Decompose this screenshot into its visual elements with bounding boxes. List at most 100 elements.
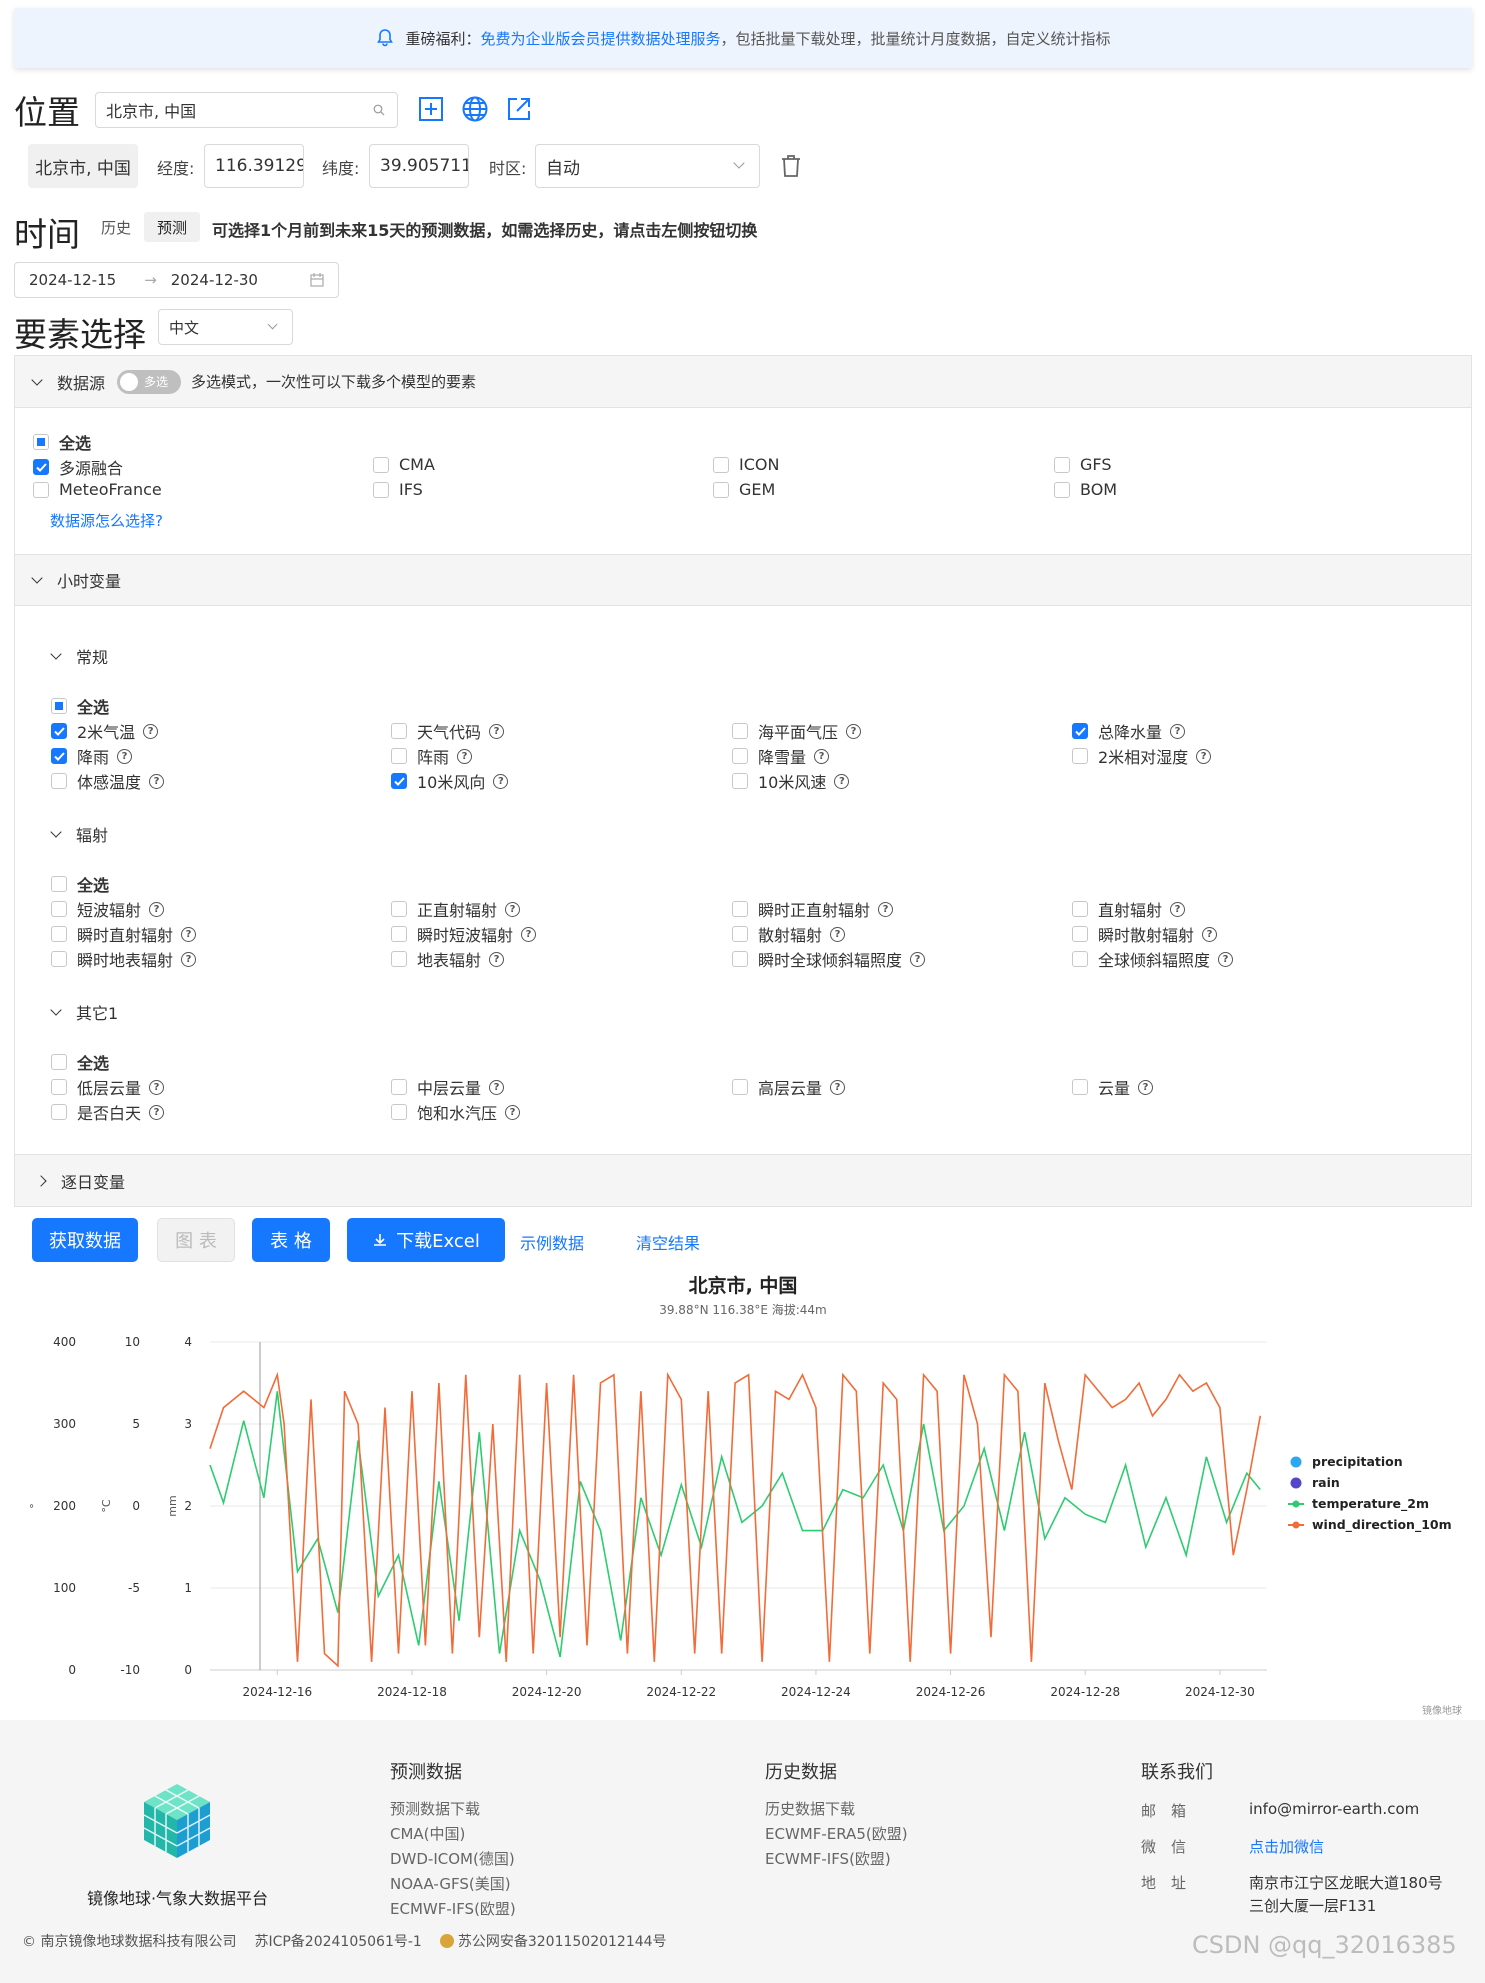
help-icon[interactable]: ? [493, 773, 509, 789]
option-datasource-items-2[interactable]: ICON [713, 455, 779, 474]
help-icon[interactable]: ? [1218, 951, 1234, 967]
footer-link[interactable]: NOAA-GFS(美国) [390, 1873, 516, 1893]
trash-icon[interactable] [780, 154, 802, 178]
datasource-header[interactable]: 数据源 多选 多选模式，一次性可以下载多个模型的要素 [15, 356, 1471, 408]
checkbox[interactable] [33, 481, 49, 498]
checkbox[interactable] [1072, 926, 1088, 942]
footer-link[interactable]: ECWMF-ERA5(欧盟) [765, 1823, 908, 1843]
date-end[interactable]: 2024-12-30 [171, 271, 258, 289]
checkbox[interactable] [732, 773, 748, 789]
option-hourly-radiation-items-10[interactable]: 瞬时全球倾斜辐照度? [732, 947, 926, 971]
legend-item-temperature_2m[interactable]: temperature_2m [1312, 1496, 1429, 1512]
option-hourly-other-items-2[interactable]: 高层云量? [732, 1075, 846, 1099]
globe-icon[interactable] [461, 95, 489, 123]
help-icon[interactable]: ? [505, 1104, 521, 1120]
fetch-data-button[interactable]: 获取数据 [32, 1218, 138, 1262]
option-hourly-radiation-items-3[interactable]: 直射辐射? [1072, 897, 1186, 921]
help-icon[interactable]: ? [1202, 926, 1218, 942]
tab-forecast[interactable]: 预测 [144, 212, 200, 242]
checkbox[interactable] [391, 723, 407, 739]
help-icon[interactable]: ? [149, 1079, 165, 1095]
option-hourly-other-items-4[interactable]: 是否白天? [51, 1100, 165, 1124]
location-search-input[interactable]: 北京市, 中国 [95, 92, 398, 128]
checkbox[interactable] [713, 456, 729, 473]
help-icon[interactable]: ? [489, 951, 505, 967]
help-icon[interactable]: ? [830, 926, 846, 942]
footer-link[interactable]: 历史数据下载 [765, 1798, 908, 1818]
checkbox[interactable] [33, 459, 49, 475]
option-hourly-general-items-5[interactable]: 阵雨? [391, 744, 473, 768]
option-hourly-radiation-items-5[interactable]: 瞬时短波辐射? [391, 922, 537, 946]
checkbox[interactable] [51, 773, 67, 789]
option-hourly-general-items-9[interactable]: 10米风向? [391, 769, 509, 793]
police-link[interactable]: 苏公网安备32011502012144号 [458, 1931, 667, 1951]
help-icon[interactable]: ? [143, 723, 159, 739]
sample-data-link[interactable]: 示例数据 [520, 1230, 584, 1254]
checkbox[interactable] [373, 456, 389, 473]
checkbox[interactable] [1054, 456, 1070, 473]
help-icon[interactable]: ? [834, 773, 850, 789]
help-icon[interactable]: ? [505, 901, 521, 917]
option-hourly-general-items-3[interactable]: 总降水量? [1072, 719, 1186, 743]
help-icon[interactable]: ? [846, 723, 862, 739]
checkbox[interactable] [51, 698, 67, 714]
option-hourly-general-items-2[interactable]: 海平面气压? [732, 719, 862, 743]
legend-item-wind_direction_10m[interactable]: wind_direction_10m [1312, 1517, 1452, 1533]
edit-icon[interactable] [506, 96, 532, 122]
checkbox[interactable] [51, 1054, 67, 1070]
help-icon[interactable]: ? [489, 723, 505, 739]
footer-link[interactable]: ECMWF-IFS(欧盟) [390, 1898, 516, 1918]
checkbox[interactable] [391, 951, 407, 967]
checkbox[interactable] [1072, 1079, 1088, 1095]
help-icon[interactable]: ? [149, 773, 165, 789]
option-hourly-general-items-0[interactable]: 2米气温? [51, 719, 159, 743]
radiation-section-header[interactable]: 辐射 [50, 822, 108, 846]
option-hourly-other-items-0[interactable]: 低层云量? [51, 1075, 165, 1099]
checkbox[interactable] [713, 481, 729, 498]
checkbox[interactable] [1072, 951, 1088, 967]
hourly-header[interactable]: 小时变量 [15, 555, 1471, 606]
help-icon[interactable]: ? [149, 901, 165, 917]
option-hourly-radiation-items-9[interactable]: 地表辐射? [391, 947, 505, 971]
chart-button[interactable]: 图 表 [157, 1218, 235, 1262]
email-value[interactable]: info@mirror-earth.com [1249, 1800, 1419, 1818]
checkbox[interactable] [732, 723, 748, 739]
option-hourly-general-items-4[interactable]: 降雨? [51, 744, 133, 768]
other-select-all[interactable]: 全选 [51, 1050, 109, 1074]
footer-link[interactable]: 预测数据下载 [390, 1798, 516, 1818]
option-hourly-radiation-items-0[interactable]: 短波辐射? [51, 897, 165, 921]
language-select[interactable]: 中文 [158, 309, 293, 345]
general-select-all[interactable]: 全选 [51, 694, 109, 718]
checkbox[interactable] [51, 723, 67, 739]
option-hourly-other-items-5[interactable]: 饱和水汽压? [391, 1100, 521, 1124]
help-icon[interactable]: ? [181, 951, 197, 967]
icp-link[interactable]: 苏ICP备2024105061号-1 [254, 1931, 421, 1951]
option-datasource-items-6[interactable]: GEM [713, 480, 775, 499]
help-icon[interactable]: ? [1170, 901, 1186, 917]
date-start[interactable]: 2024-12-15 [29, 271, 116, 289]
checkbox[interactable] [51, 1104, 67, 1120]
lat-input[interactable]: 39.905711 [369, 144, 469, 188]
option-hourly-radiation-items-4[interactable]: 瞬时直射辐射? [51, 922, 197, 946]
option-hourly-other-items-1[interactable]: 中层云量? [391, 1075, 505, 1099]
help-icon[interactable]: ? [117, 748, 133, 764]
legend-item-rain[interactable]: rain [1312, 1475, 1340, 1490]
checkbox[interactable] [391, 1079, 407, 1095]
checkbox[interactable] [732, 901, 748, 917]
option-datasource-items-0[interactable]: 多源融合 [33, 455, 123, 479]
option-hourly-radiation-items-1[interactable]: 正直射辐射? [391, 897, 521, 921]
datasource-help-link[interactable]: 数据源怎么选择? [50, 510, 163, 531]
checkbox[interactable] [1072, 748, 1088, 764]
help-icon[interactable]: ? [1170, 723, 1186, 739]
option-datasource-items-5[interactable]: IFS [373, 480, 423, 499]
checkbox[interactable] [391, 926, 407, 942]
help-icon[interactable]: ? [457, 748, 473, 764]
option-hourly-radiation-items-6[interactable]: 散射辐射? [732, 922, 846, 946]
checkbox[interactable] [732, 951, 748, 967]
help-icon[interactable]: ? [181, 926, 197, 942]
date-range-picker[interactable]: 2024-12-15 → 2024-12-30 [14, 262, 339, 298]
add-location-icon[interactable] [418, 96, 444, 122]
notice-link[interactable]: 免费为企业版会员提供数据处理服务 [480, 28, 720, 49]
help-icon[interactable]: ? [878, 901, 894, 917]
wechat-link[interactable]: 点击加微信 [1249, 1836, 1324, 1857]
